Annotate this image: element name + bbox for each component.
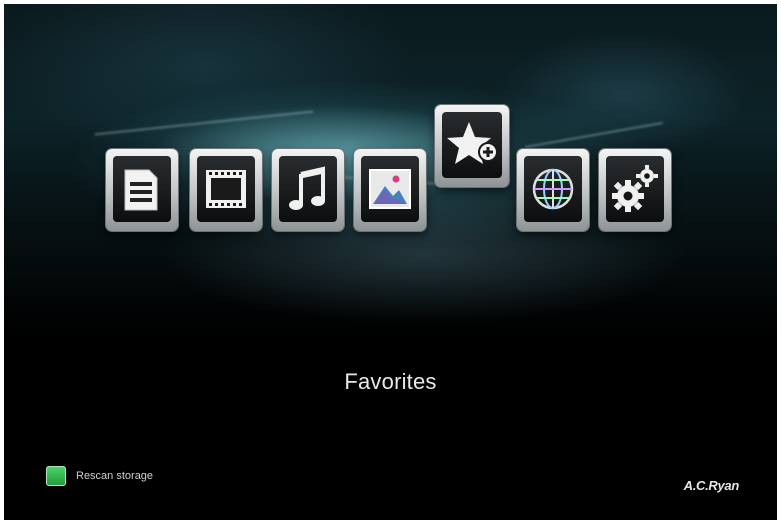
rescan-storage-hint[interactable]: Rescan storage	[46, 466, 153, 486]
menu-item-music[interactable]	[272, 149, 344, 231]
menu-item-settings[interactable]	[599, 149, 671, 231]
document-icon	[124, 169, 158, 211]
globe-icon	[532, 168, 574, 210]
menu-item-photos[interactable]	[354, 149, 426, 231]
rescan-storage-label: Rescan storage	[76, 470, 154, 482]
menu-item-favorites[interactable]	[435, 105, 509, 187]
menu-item-internet[interactable]	[517, 149, 589, 231]
photo-icon	[369, 169, 411, 209]
selected-item-caption: Favorites	[344, 369, 437, 394]
gears-icon	[612, 165, 658, 212]
music-note-icon	[289, 166, 325, 210]
star-plus-icon	[447, 122, 498, 164]
menu-item-files[interactable]	[106, 149, 178, 231]
menu-item-movies[interactable]	[190, 149, 262, 231]
media-player-screen: Favorites Rescan storage A.C.Ryan	[4, 4, 777, 520]
green-key-icon	[46, 466, 66, 486]
film-icon	[206, 170, 246, 208]
brand-logo: A.C.Ryan	[683, 478, 740, 493]
